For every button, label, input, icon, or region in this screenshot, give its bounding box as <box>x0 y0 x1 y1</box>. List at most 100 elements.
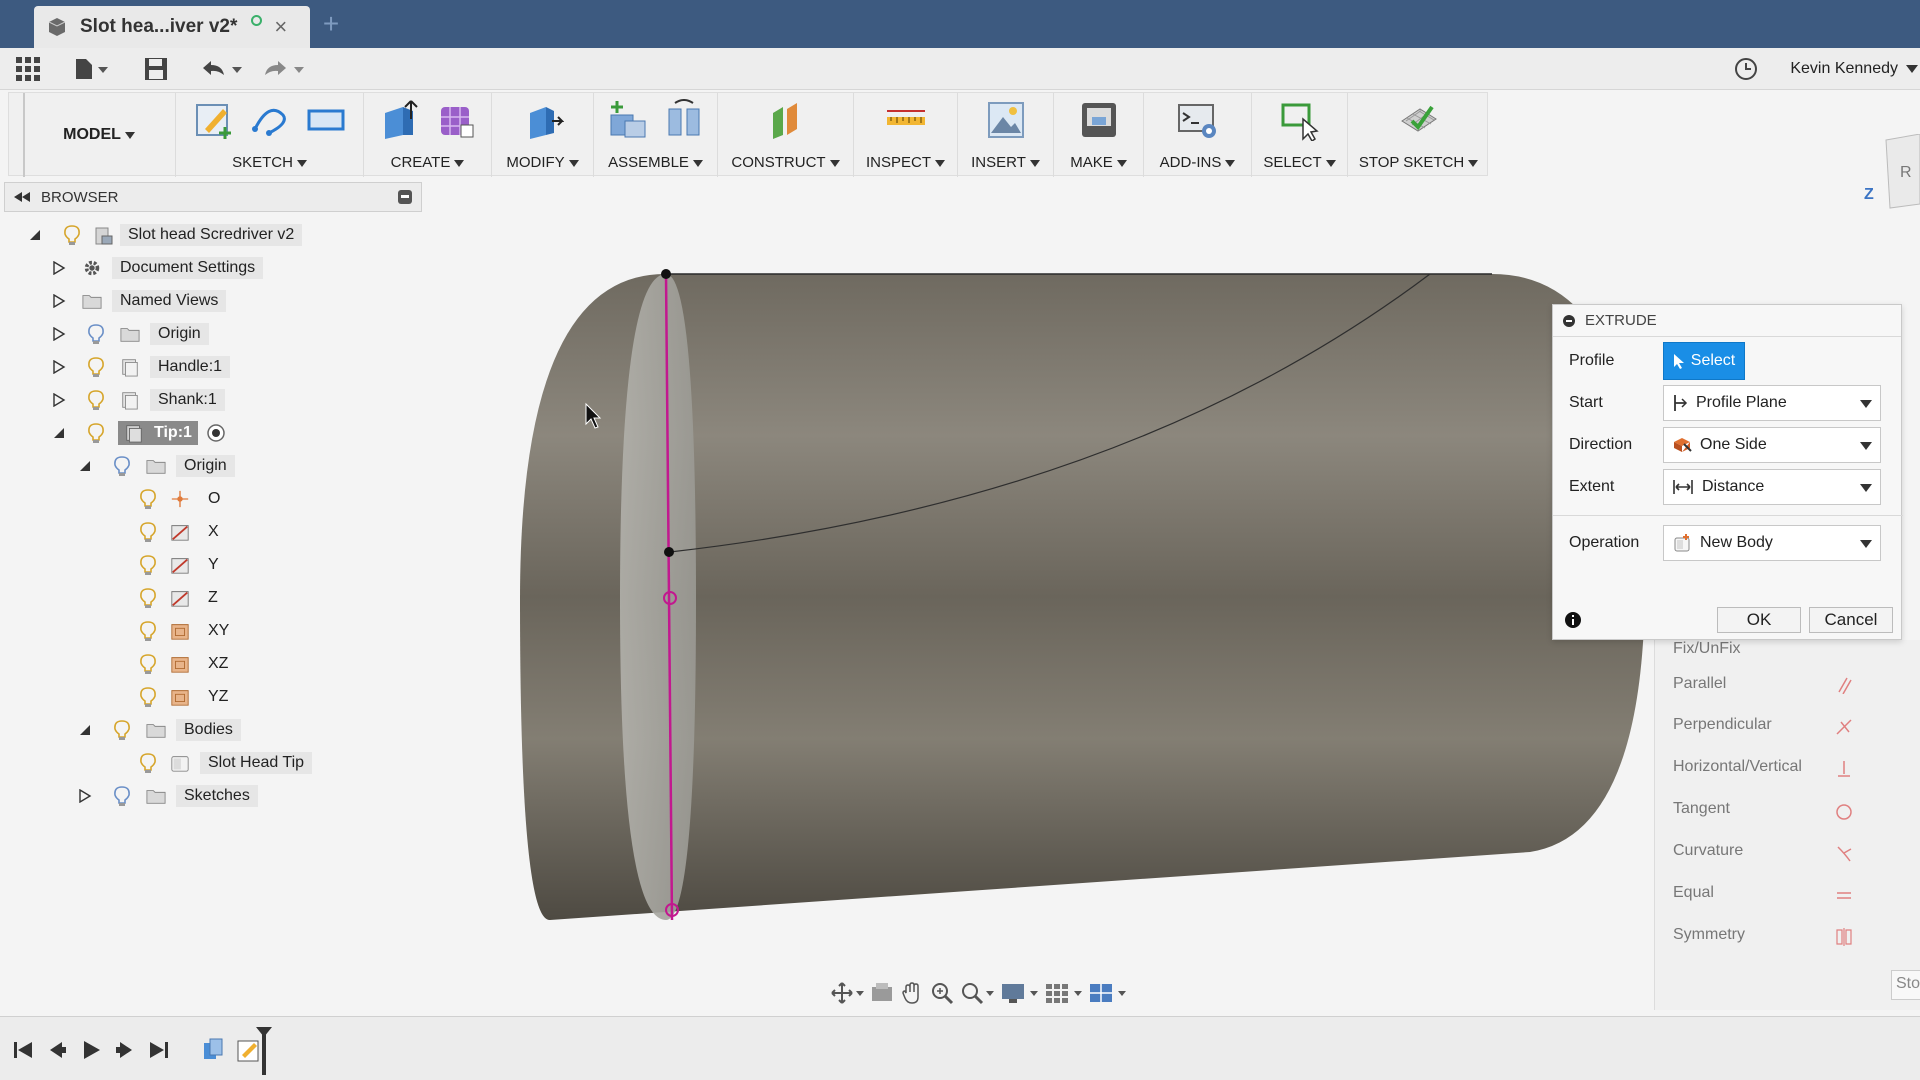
add-ins-group[interactable]: ADD-INS <box>1143 93 1251 177</box>
pan-hand-icon[interactable] <box>900 981 924 1005</box>
make-group[interactable]: MAKE <box>1053 93 1143 177</box>
tree-item-named-views[interactable]: Named Views <box>52 286 227 316</box>
timeline-feature-icon[interactable] <box>200 1037 226 1063</box>
info-icon[interactable] <box>1565 612 1581 628</box>
job-status-button[interactable] <box>1734 54 1758 84</box>
direction-dropdown[interactable]: One Side <box>1663 427 1881 463</box>
stop-sketch-group[interactable]: STOP SKETCH <box>1347 93 1489 177</box>
browser-header[interactable]: BROWSER <box>4 182 422 212</box>
look-at-icon[interactable] <box>870 981 894 1005</box>
zoom-icon[interactable] <box>930 981 954 1005</box>
file-menu-button[interactable] <box>74 54 108 84</box>
tree-item-handle[interactable]: Handle:1 <box>52 352 231 382</box>
app-grid-button[interactable] <box>16 54 40 84</box>
insert-group[interactable]: INSERT <box>957 93 1053 177</box>
tree-item-z-axis[interactable]: Z <box>138 583 226 613</box>
constraint-horizontal-vertical[interactable]: Horizontal/Vertical <box>1673 758 1802 776</box>
sketch-point[interactable] <box>664 547 674 557</box>
lightbulb-icon[interactable] <box>62 224 82 246</box>
expanded-arrow-icon[interactable] <box>78 723 92 737</box>
end-face[interactable] <box>620 274 696 920</box>
go-to-start-icon[interactable] <box>12 1039 34 1061</box>
display-settings-icon[interactable] <box>1000 981 1038 1005</box>
lightbulb-icon[interactable] <box>86 356 106 378</box>
lightbulb-icon[interactable] <box>138 488 158 510</box>
sketch-group[interactable]: SKETCH <box>175 93 363 177</box>
view-cube[interactable]: R <box>1876 133 1920 214</box>
go-to-end-icon[interactable] <box>148 1039 170 1061</box>
close-tab-button[interactable]: × <box>274 14 287 40</box>
collapsed-arrow-icon[interactable] <box>52 327 66 341</box>
step-forward-icon[interactable] <box>114 1039 136 1061</box>
tree-item-xy-plane[interactable]: XY <box>138 616 237 646</box>
pin-icon[interactable] <box>397 189 413 205</box>
tree-item-slot-head-tip[interactable]: Slot Head Tip <box>138 748 313 778</box>
tree-item-tip[interactable]: Tip:1 <box>52 418 226 448</box>
tree-item-sketches[interactable]: Sketches <box>78 781 258 811</box>
collapsed-arrow-icon[interactable] <box>52 294 66 308</box>
constraint-tangent[interactable]: Tangent <box>1673 800 1730 818</box>
marker-handle-icon[interactable] <box>256 1027 272 1037</box>
constraint-symmetry[interactable]: Symmetry <box>1673 926 1745 944</box>
lightbulb-icon[interactable] <box>138 653 158 675</box>
tree-item-y-axis[interactable]: Y <box>138 550 227 580</box>
tree-item-origin[interactable]: Origin <box>52 319 209 349</box>
tree-item-document-settings[interactable]: Document Settings <box>52 253 264 283</box>
lightbulb-icon[interactable] <box>112 785 132 807</box>
lightbulb-icon[interactable] <box>138 752 158 774</box>
collapsed-arrow-icon[interactable] <box>52 393 66 407</box>
viewports-icon[interactable] <box>1088 981 1126 1005</box>
lightbulb-icon[interactable] <box>138 521 158 543</box>
lightbulb-icon[interactable] <box>138 686 158 708</box>
collapsed-arrow-icon[interactable] <box>78 789 92 803</box>
play-icon[interactable] <box>80 1039 102 1061</box>
expanded-arrow-icon[interactable] <box>78 459 92 473</box>
constraint-equal[interactable]: Equal <box>1673 884 1714 902</box>
profile-select-button[interactable]: Select <box>1663 342 1745 380</box>
tree-item-bodies[interactable]: Bodies <box>78 715 241 745</box>
activate-radio-icon[interactable] <box>206 423 226 443</box>
undo-button[interactable] <box>200 54 244 84</box>
redo-button[interactable] <box>262 54 306 84</box>
expanded-arrow-icon[interactable] <box>28 228 42 242</box>
lightbulb-icon[interactable] <box>138 554 158 576</box>
new-tab-button[interactable]: + <box>316 10 346 40</box>
assemble-group[interactable]: ASSEMBLE <box>593 93 717 177</box>
modify-group[interactable]: MODIFY <box>491 93 593 177</box>
tree-item-xz-plane[interactable]: XZ <box>138 649 236 679</box>
ok-button[interactable]: OK <box>1717 607 1801 633</box>
dialog-header[interactable]: EXTRUDE <box>1553 305 1901 337</box>
user-menu[interactable]: Kevin Kennedy <box>1790 48 1920 90</box>
step-back-icon[interactable] <box>46 1039 68 1061</box>
orbit-icon[interactable] <box>830 981 864 1005</box>
expanded-arrow-icon[interactable] <box>52 426 66 440</box>
extent-dropdown[interactable]: Distance <box>1663 469 1881 505</box>
collapse-panel-icon[interactable] <box>13 191 31 203</box>
constraint-curvature[interactable]: Curvature <box>1673 842 1743 860</box>
lightbulb-icon[interactable] <box>86 422 106 444</box>
timeline-marker[interactable] <box>262 1031 266 1075</box>
grid-snaps-icon[interactable] <box>1044 981 1082 1005</box>
collapsed-arrow-icon[interactable] <box>52 360 66 374</box>
stop-sketch-button[interactable]: Sto <box>1891 970 1920 1000</box>
tree-item-yz-plane[interactable]: YZ <box>138 682 236 712</box>
select-group[interactable]: SELECT <box>1251 93 1347 177</box>
lightbulb-icon[interactable] <box>86 323 106 345</box>
create-group[interactable]: CREATE <box>363 93 491 177</box>
lightbulb-icon[interactable] <box>86 389 106 411</box>
collapsed-arrow-icon[interactable] <box>52 261 66 275</box>
construct-group[interactable]: CONSTRUCT <box>717 93 853 177</box>
constraint-perpendicular[interactable]: Perpendicular <box>1673 716 1772 734</box>
lightbulb-icon[interactable] <box>112 719 132 741</box>
inspect-group[interactable]: INSPECT <box>853 93 957 177</box>
lightbulb-icon[interactable] <box>112 455 132 477</box>
fit-zoom-icon[interactable] <box>960 981 994 1005</box>
document-tab[interactable]: Slot hea...iver v2* × <box>34 6 310 48</box>
tree-item-tip-origin[interactable]: Origin <box>78 451 235 481</box>
tree-item-shank[interactable]: Shank:1 <box>52 385 225 415</box>
cancel-button[interactable]: Cancel <box>1809 607 1893 633</box>
start-dropdown[interactable]: Profile Plane <box>1663 385 1881 421</box>
tree-item-root[interactable]: Slot head Scredriver v2 <box>28 220 303 250</box>
save-button[interactable] <box>144 54 168 84</box>
timeline-sketch-icon[interactable] <box>236 1037 262 1063</box>
